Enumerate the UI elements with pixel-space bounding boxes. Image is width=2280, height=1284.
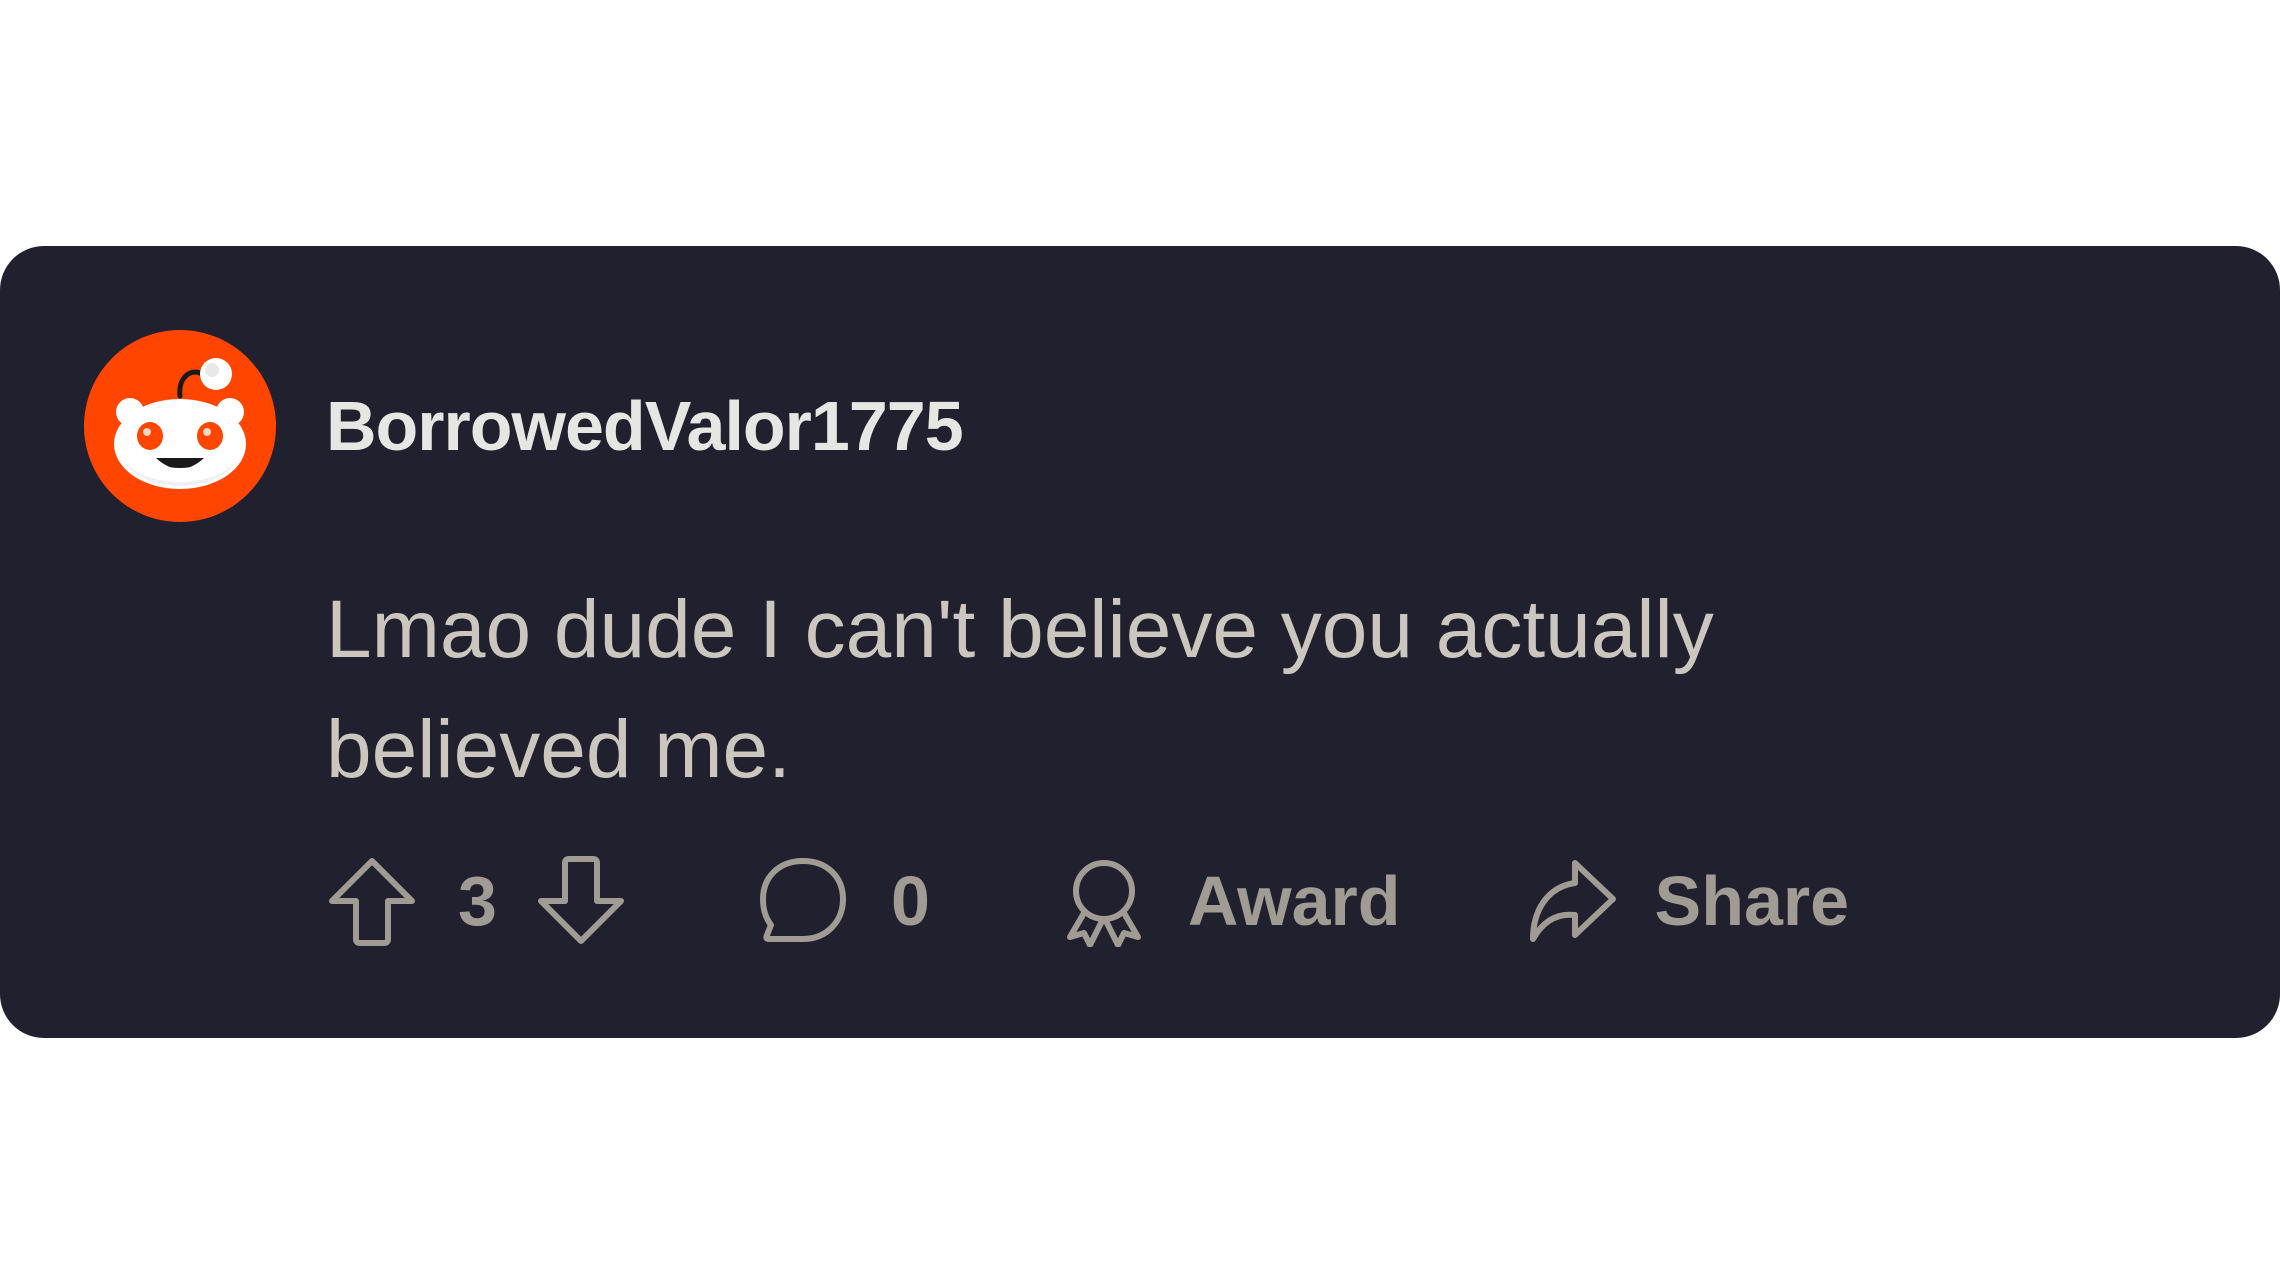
downvote-button[interactable] (535, 846, 627, 956)
share-arrow-icon (1529, 860, 1616, 942)
arrow-down-icon (537, 856, 624, 944)
comment-card: BorrowedValor1775 Lmao dude I can't beli… (0, 246, 2280, 1038)
share-button[interactable]: Share (1525, 846, 1850, 956)
comments-button[interactable]: 0 (757, 846, 930, 956)
award-ribbon-icon (1066, 860, 1141, 947)
award-button[interactable]: Award (1058, 846, 1401, 956)
username[interactable]: BorrowedValor1775 (326, 386, 964, 466)
speech-bubble-icon (759, 858, 846, 942)
user-avatar[interactable] (84, 330, 276, 522)
share-label: Share (1654, 862, 1850, 940)
vote-count: 3 (458, 862, 497, 940)
arrow-up-icon (329, 858, 415, 946)
comment-count: 0 (890, 862, 930, 940)
snoo-avatar-icon (84, 330, 276, 522)
upvote-button[interactable] (326, 846, 418, 956)
award-label: Award (1187, 862, 1401, 940)
comment-actions: 3 0 Award Share (326, 846, 1849, 956)
comment-text: Lmao dude I can't believe you actually b… (326, 584, 1714, 795)
